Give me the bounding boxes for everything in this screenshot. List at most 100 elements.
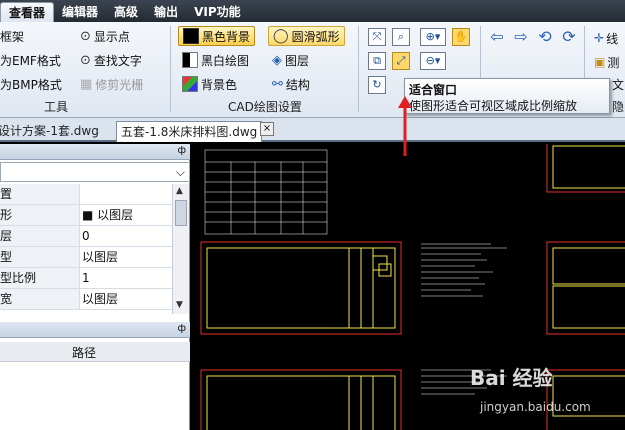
property-row[interactable]: 形 ■ 以图层 [0,205,172,226]
back-arrow-icon[interactable]: ⇦ [488,28,506,46]
drawing-canvas[interactable] [191,144,625,430]
background-color-button[interactable]: 背景色 [182,74,237,94]
chevron-down-icon: ⌵ [175,165,185,179]
find-text-button[interactable]: ⊙ 查找文字 [80,50,142,70]
property-key: 置 [0,184,80,204]
property-grid: 置 形 ■ 以图层 层 0 型 以图层 型比例 1 宽 以图层 [0,184,172,310]
middle-sheet-panels [206,247,396,329]
pin-icon[interactable]: ф [177,145,186,156]
export-emf-button[interactable]: 为EMF格式 [0,50,61,70]
app-window: 查看器 编辑器 高级 输出 VIP功能 框架 为EMF格式 为BMP格式 ⊙ 显… [0,0,625,430]
cad-settings-group-label: CAD绘图设置 [228,100,302,114]
structure-panel-header: ф [0,322,190,338]
arc-icon: ◯ [273,28,289,44]
property-scrollbar[interactable]: ▲ ▼ [172,184,189,314]
property-row[interactable]: 置 [0,184,172,205]
watermark-logo: Bai 经验 [470,366,553,390]
tooltip-title: 适合窗口 [409,83,458,97]
property-value: 1 [82,271,90,285]
tab-design-plan[interactable]: 设计方案-1套.dwg [0,121,103,142]
zoom-out-icon[interactable]: ⊖▾ [420,52,446,70]
hide-group-label: 隐 [612,100,625,114]
group-divider [358,26,359,112]
tooltip-description: 使图形适合可视区域成比例缩放 [409,99,578,113]
property-row[interactable]: 型比例 1 [0,268,172,289]
bw-drawing-button[interactable]: 黑白绘图 [182,50,249,70]
right-sheet [546,241,625,335]
smooth-arc-button[interactable]: ◯ 圆滑弧形 [268,26,345,46]
zoom-in-icon[interactable]: ⊕▾ [420,28,446,46]
property-value: 0 [82,229,90,243]
show-points-label: 显示点 [93,29,130,44]
measure-icon: ▣ [594,55,606,69]
export-bmp-button[interactable]: 为BMP格式 [0,74,62,94]
refresh-icon[interactable]: ⟳ [560,28,578,46]
structure-icon: ⚯ [272,76,283,92]
rotate-icon[interactable]: ⟲ [536,28,554,46]
scroll-thumb[interactable] [175,200,187,226]
trim-raster-button[interactable]: ▦ 修剪光栅 [80,74,143,94]
measure-label: 测 [607,55,620,70]
scroll-up-icon[interactable]: ▲ [176,186,183,196]
move-icon[interactable]: ⤧ [368,28,386,46]
property-row[interactable]: 层 0 [0,226,172,247]
property-value: 以图层 [82,292,119,306]
pan-hand-icon[interactable]: ✋ [452,28,470,46]
black-background-button[interactable]: 黑色背景 [178,26,256,46]
zoom-window-icon[interactable]: ⌕ [392,28,410,46]
bw-drawing-label: 黑白绘图 [201,53,250,68]
trim-raster-icon: ▦ [80,76,93,92]
property-row[interactable]: 宽 以图层 [0,289,172,310]
trim-raster-label: 修剪光栅 [95,77,144,92]
property-key: 型 [0,247,80,267]
copy-view-icon[interactable]: ⧉ [368,52,386,70]
properties-header: ф [0,144,190,160]
layers-icon: ◈ [272,52,282,68]
background-color-label: 背景色 [201,77,238,92]
document-tab-bar: 设计方案-1套.dwg 五套-1.8米床排料图.dwg × [0,118,625,142]
bw-drawing-icon [182,52,198,68]
tab-bed-layout[interactable]: 五套-1.8米床排料图.dwg [116,121,263,142]
emf-label: 为EMF格式 [0,53,61,68]
black-background-label: 黑色背景 [202,29,251,44]
menu-viewer[interactable]: 查看器 [0,2,55,22]
measure-button[interactable]: ▣ 测 [594,52,619,72]
close-tab-icon[interactable]: × [260,122,274,136]
watermark-url: jingyan.baidu.com [480,400,591,414]
middle-sheet-border [200,241,402,335]
pin-icon[interactable]: ф [177,323,186,334]
layers-label: 图层 [285,53,310,68]
menu-output[interactable]: 输出 [146,0,186,22]
annotation-arrow [398,96,412,156]
property-key: 宽 [0,289,80,309]
text-label: 文 [612,77,625,92]
forward-arrow-icon[interactable]: ⇨ [512,28,530,46]
line-button[interactable]: ✛ 线 [594,28,618,48]
frame-button[interactable]: 框架 [0,26,24,46]
menu-advanced[interactable]: 高级 [106,0,146,22]
structure-button[interactable]: ⚯ 结构 [272,74,310,94]
layers-button[interactable]: ◈ 图层 [272,50,309,70]
property-value [80,184,172,204]
properties-panel: ф ⌵ 置 形 ■ 以图层 层 0 型 以图层 型比例 1 宽 以图层 ▲ ▼ … [0,144,190,430]
parts-table [204,149,328,235]
show-points-icon: ⊙ [80,28,91,44]
cross-icon: ✛ [594,31,605,45]
rotate-3d-icon[interactable]: ↻ [368,76,386,94]
find-text-icon: ⊙ [80,52,91,68]
object-selector[interactable]: ⌵ [0,162,190,182]
property-row[interactable]: 型 以图层 [0,247,172,268]
group-divider [170,26,171,112]
property-key: 层 [0,226,80,246]
structure-label: 结构 [285,77,310,92]
fit-window-icon[interactable]: ⤢ [392,52,410,70]
menu-editor[interactable]: 编辑器 [54,0,106,22]
text-button[interactable]: 文 [612,74,624,94]
palette-icon [182,76,198,92]
path-column-header[interactable]: 路径 [72,344,96,361]
structure-list-header: 路径 [0,342,190,362]
show-points-button[interactable]: ⊙ 显示点 [80,26,130,46]
scroll-down-icon[interactable]: ▼ [176,300,183,310]
fit-window-tooltip: 适合窗口 使图形适合可视区域成比例缩放 [404,78,610,114]
menu-vip[interactable]: VIP功能 [186,0,249,22]
